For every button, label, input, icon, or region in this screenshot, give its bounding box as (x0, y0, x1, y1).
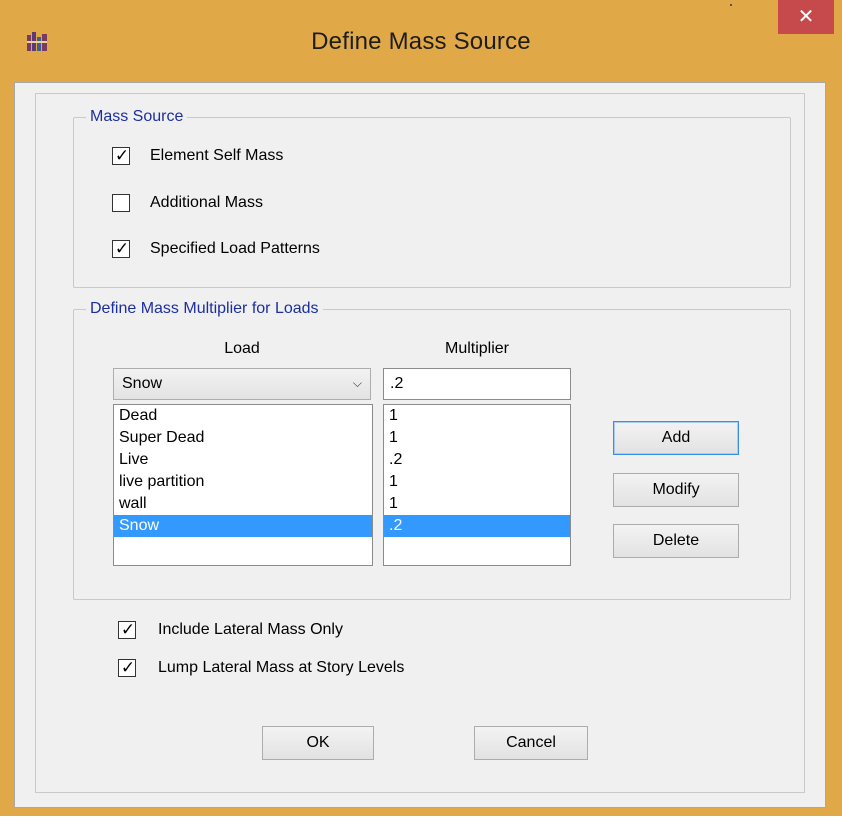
mass-source-legend: Mass Source (90, 108, 184, 125)
element-self-mass-checkbox[interactable]: ✓ (112, 146, 130, 165)
modify-button[interactable]: Modify (613, 473, 739, 507)
load-list-item[interactable]: Super Dead (114, 427, 372, 449)
multiplier-listbox[interactable]: 1 1 .2 1 1 .2 (383, 404, 571, 566)
additional-mass-label: Additional Mass (150, 194, 263, 211)
dialog-window: Define Mass Source ✕ Mass Source ✓ Eleme… (0, 0, 842, 816)
mass-multiplier-legend: Define Mass Multiplier for Loads (90, 300, 319, 317)
chevron-down-icon[interactable]: ⌵ (353, 376, 362, 391)
delete-button[interactable]: Delete (613, 524, 739, 558)
multiplier-list-item[interactable]: 1 (384, 427, 570, 449)
title-bar-dot (730, 4, 732, 6)
load-list-item[interactable]: Live (114, 449, 372, 471)
multiplier-input[interactable] (383, 368, 571, 400)
multiplier-list-item[interactable]: .2 (384, 449, 570, 471)
cancel-button[interactable]: Cancel (474, 726, 588, 760)
lump-lateral-mass-label: Lump Lateral Mass at Story Levels (158, 659, 405, 676)
title-bar[interactable]: Define Mass Source ✕ (0, 0, 842, 82)
checkmark-icon: ✓ (114, 146, 130, 165)
multiplier-list-item-selected[interactable]: .2 (384, 515, 570, 537)
include-lateral-mass-option[interactable]: ✓ Include Lateral Mass Only (118, 618, 343, 642)
load-list-item[interactable]: Dead (114, 405, 372, 427)
additional-mass-checkbox[interactable] (112, 194, 130, 212)
additional-mass-option[interactable]: Additional Mass (112, 191, 263, 215)
multiplier-list-item[interactable]: 1 (384, 471, 570, 493)
multiplier-list-item[interactable]: 1 (384, 493, 570, 515)
checkmark-icon: ✓ (120, 658, 136, 677)
load-listbox[interactable]: Dead Super Dead Live live partition wall… (113, 404, 373, 566)
lump-lateral-mass-checkbox[interactable]: ✓ (118, 658, 136, 677)
load-list-item[interactable]: wall (114, 493, 372, 515)
element-self-mass-option[interactable]: ✓ Element Self Mass (112, 144, 283, 168)
load-list-item[interactable]: live partition (114, 471, 372, 493)
window-title: Define Mass Source (311, 28, 531, 55)
close-button[interactable]: ✕ (778, 0, 834, 34)
load-list-item-selected[interactable]: Snow (114, 515, 372, 537)
specified-load-patterns-label: Specified Load Patterns (150, 240, 320, 257)
load-dropdown-value: Snow (122, 375, 163, 392)
specified-load-patterns-option[interactable]: ✓ Specified Load Patterns (112, 237, 320, 261)
add-button[interactable]: Add (613, 421, 739, 455)
ok-button[interactable]: OK (262, 726, 374, 760)
lump-lateral-mass-option[interactable]: ✓ Lump Lateral Mass at Story Levels (118, 656, 404, 680)
include-lateral-mass-label: Include Lateral Mass Only (158, 621, 343, 638)
load-dropdown[interactable]: Snow ⌵ (113, 368, 371, 400)
multiplier-column-header: Multiplier (444, 340, 509, 357)
include-lateral-mass-checkbox[interactable]: ✓ (118, 620, 136, 639)
specified-load-patterns-checkbox[interactable]: ✓ (112, 239, 130, 258)
load-column-header: Load (224, 340, 260, 357)
element-self-mass-label: Element Self Mass (150, 147, 284, 164)
checkmark-icon: ✓ (114, 239, 130, 258)
multiplier-list-item[interactable]: 1 (384, 405, 570, 427)
checkmark-icon: ✓ (120, 620, 136, 639)
